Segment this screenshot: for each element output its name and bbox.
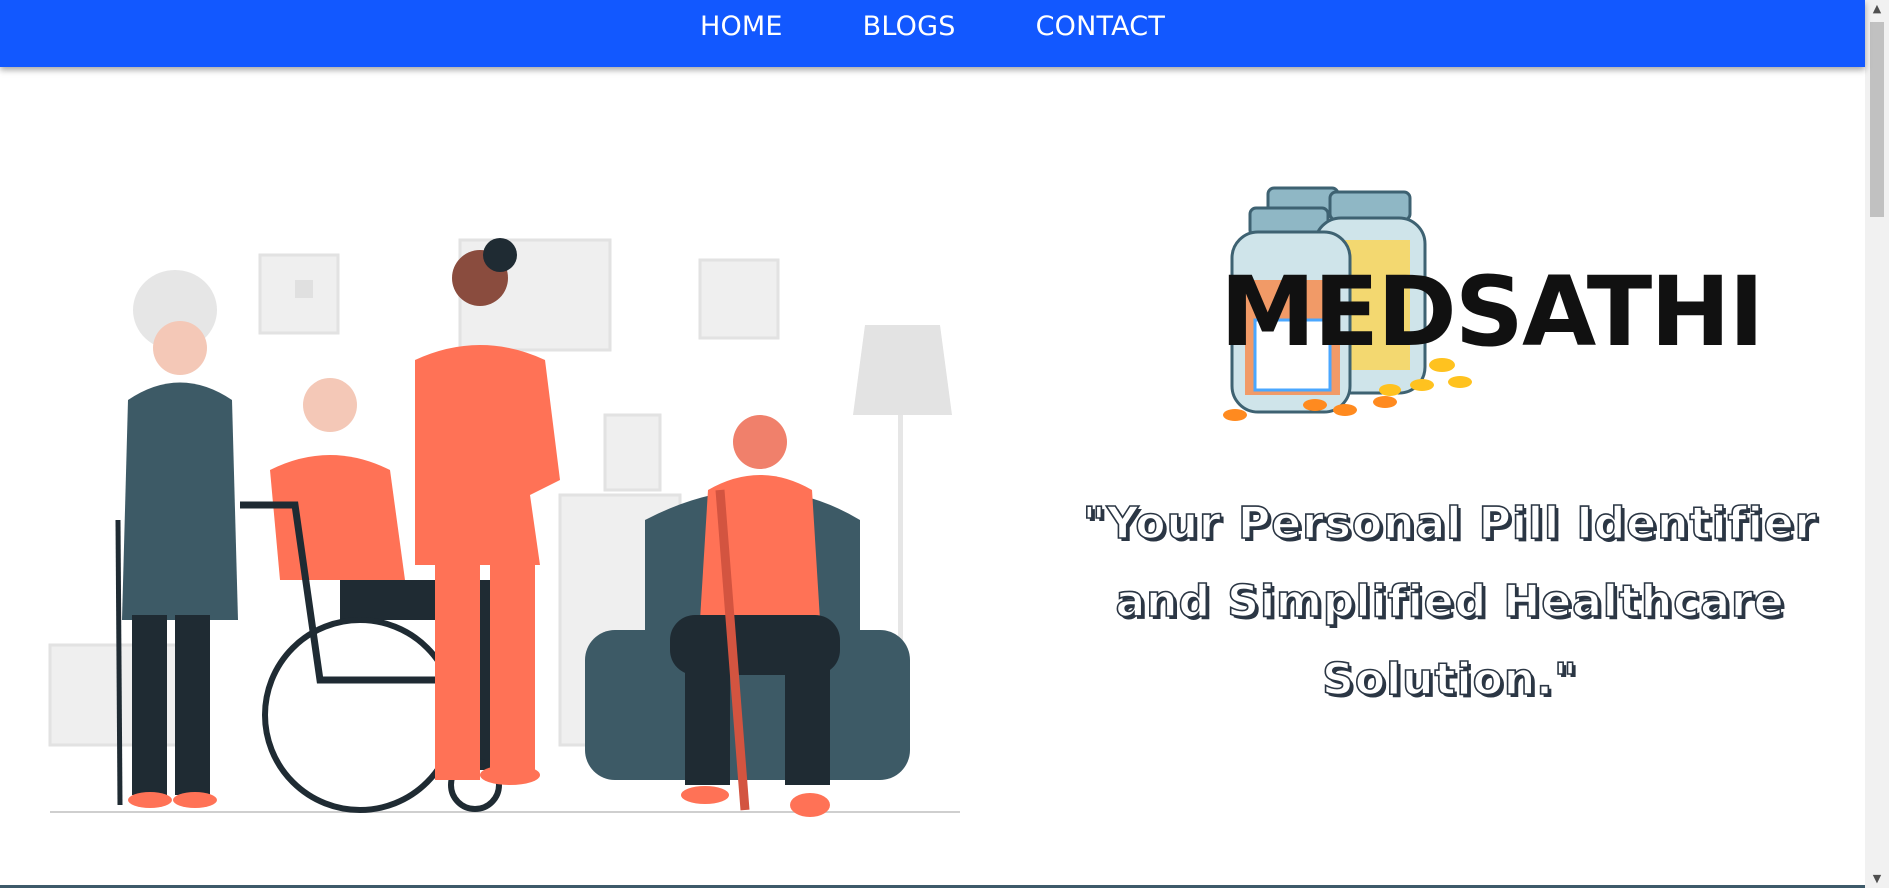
hero-illustration [48, 238, 960, 817]
elderly-woman-figure [115, 270, 238, 808]
scroll-thumb[interactable] [1870, 22, 1884, 217]
logo-wordmark: MEDSATHI [1220, 256, 1760, 368]
nav-home-link[interactable]: HOME [700, 11, 783, 42]
vertical-scrollbar[interactable]: ▲ ▼ [1865, 0, 1889, 888]
scroll-up-arrow-icon[interactable]: ▲ [1869, 2, 1885, 16]
top-navbar: HOME BLOGS CONTACT [0, 0, 1865, 67]
wall-frame-3 [698, 258, 780, 340]
hero-tagline: "Your Personal Pill Identifier and Simpl… [1082, 497, 1818, 706]
nav-contact-link[interactable]: CONTACT [1036, 11, 1165, 42]
scroll-down-arrow-icon[interactable]: ▼ [1869, 872, 1885, 886]
floor-lamp-shade [853, 325, 952, 415]
medsathi-logo: MEDSATHI [1220, 186, 1760, 421]
photo-frame [603, 413, 662, 492]
nav-blogs-link[interactable]: BLOGS [863, 11, 956, 42]
